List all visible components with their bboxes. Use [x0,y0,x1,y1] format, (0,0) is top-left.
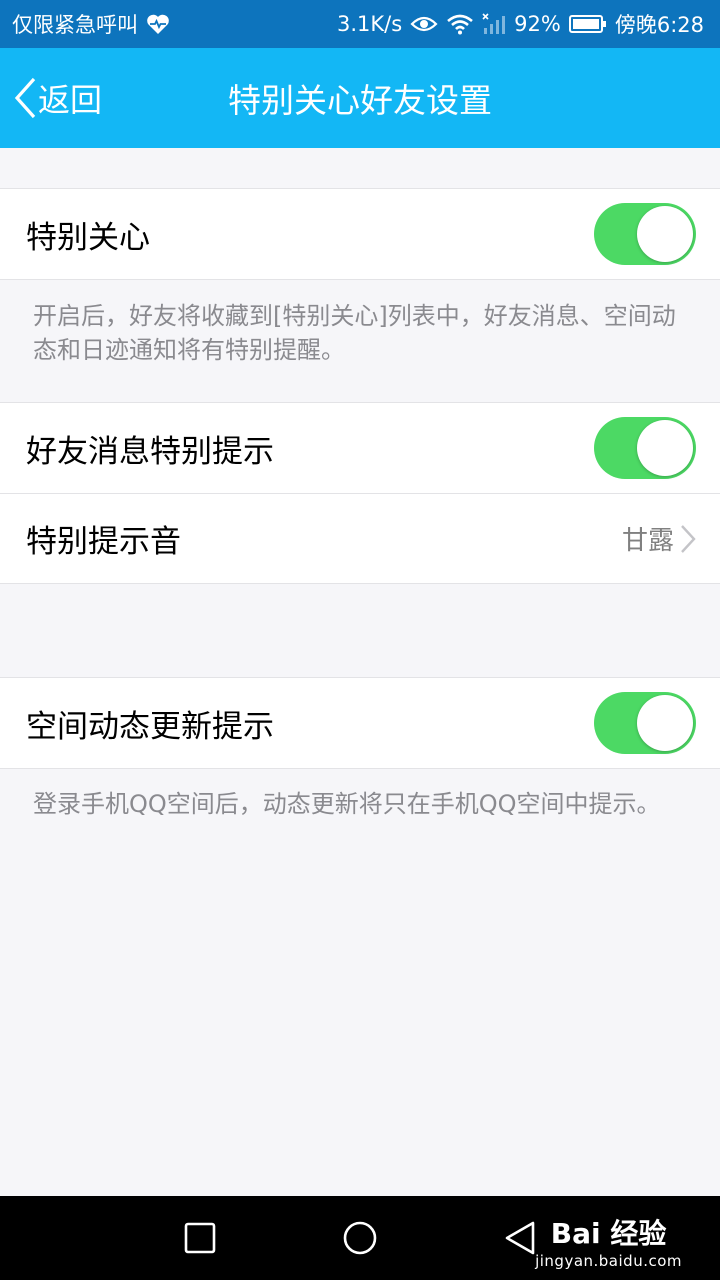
special-ringtone-row[interactable]: 特别提示音 甘露 [0,493,720,583]
friend-message-alert-toggle[interactable] [594,417,696,479]
friend-message-alert-label: 好友消息特别提示 [26,433,274,470]
friend-alert-section: 好友消息特别提示 特别提示音 甘露 [0,402,720,584]
wifi-icon [446,13,474,35]
battery-icon [568,14,607,34]
qzone-alert-section: 空间动态更新提示 [0,677,720,769]
battery-percent: 92% [514,12,561,36]
toggle-knob [637,420,693,476]
friend-message-alert-row: 好友消息特别提示 [0,403,720,493]
heart-rate-icon [146,13,170,35]
qzone-update-alert-label: 空间动态更新提示 [26,708,274,745]
carrier-text: 仅限紧急呼叫 [12,13,138,37]
toggle-knob [637,695,693,751]
special-care-toggle[interactable] [594,203,696,265]
toggle-knob [637,206,693,262]
nav-bar: 返回 特别关心好友设置 [0,48,720,148]
watermark-url: jingyan.baidu.com [535,1252,682,1270]
page-title: 特别关心好友设置 [228,81,492,120]
ringtone-name: 甘露 [621,526,674,556]
special-care-label: 特别关心 [26,219,150,256]
eye-icon [410,14,438,34]
signal-icon [482,13,506,35]
status-bar: 仅限紧急呼叫 3.1K/s 92% 傍晚6:28 [0,0,720,48]
clock: 傍晚6:28 [614,13,704,37]
special-care-section: 特别关心 [0,188,720,280]
qzone-update-alert-row: 空间动态更新提示 [0,678,720,768]
home-icon[interactable] [342,1220,378,1260]
back-triangle-icon[interactable] [504,1220,536,1260]
special-care-row: 特别关心 [0,189,720,279]
special-ringtone-label: 特别提示音 [26,524,181,560]
qzone-update-alert-toggle[interactable] [594,692,696,754]
special-care-description: 开启后，好友将收藏到[特别关心]列表中，好友消息、空间动态和日迹通知将有特别提醒… [33,302,676,364]
qzone-update-description: 登录手机QQ空间后，动态更新将只在手机QQ空间中提示。 [33,790,661,818]
chevron-right-icon [680,524,696,554]
special-ringtone-value[interactable]: 甘露 [622,520,696,557]
baidu-jingyan-watermark: Bai 经验 jingyan.baidu.com [535,1212,682,1270]
recent-apps-icon[interactable] [184,1222,216,1258]
net-speed: 3.1K/s [336,12,403,36]
watermark-brand: Bai 经验 [550,1217,667,1250]
